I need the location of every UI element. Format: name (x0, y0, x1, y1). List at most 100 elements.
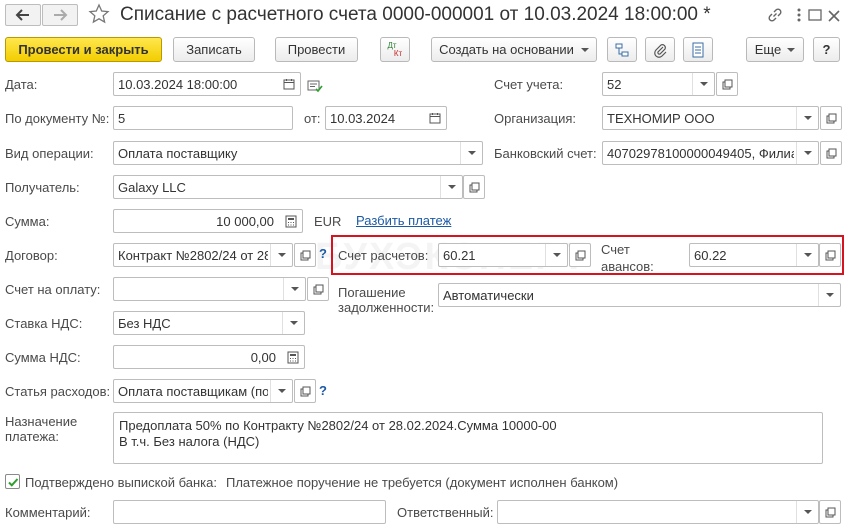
checkmark-icon (7, 477, 18, 487)
vat-amount-field[interactable]: 0,00 (113, 345, 305, 369)
bank-account-value: 40702978100000049405, Филиал (607, 146, 794, 161)
comment-field[interactable] (113, 500, 386, 524)
recipient-value: Galaxy LLC (118, 180, 186, 195)
account-open-button[interactable] (716, 72, 738, 96)
recipient-open-button[interactable] (463, 175, 485, 199)
advance-account-label-1: Счет (601, 242, 630, 257)
structure-icon (615, 43, 629, 56)
responsible-dropdown[interactable] (796, 501, 818, 523)
invoice-label: Счет на оплату: (5, 282, 101, 297)
advance-account-open-button[interactable] (819, 243, 841, 267)
purpose-line-1: Предоплата 50% по Контракту №2802/24 от … (119, 418, 557, 433)
recipient-dropdown[interactable] (440, 176, 462, 198)
help-button[interactable]: ? (813, 37, 840, 62)
open-form-icon (825, 250, 835, 260)
debt-repayment-label-2: задолженности: (338, 300, 435, 315)
maximize-icon[interactable] (806, 6, 824, 24)
advance-account-field[interactable]: 60.22 (689, 243, 819, 267)
date-field[interactable]: 10.03.2024 18:00:00 (113, 72, 301, 96)
contract-dropdown[interactable] (270, 244, 292, 266)
account-field[interactable]: 52 (602, 72, 715, 96)
settlement-account-open-button[interactable] (569, 243, 591, 267)
account-dropdown[interactable] (692, 73, 714, 95)
contract-label: Договор: (5, 248, 58, 263)
forward-button[interactable] (42, 4, 78, 26)
link-icon[interactable] (766, 6, 784, 24)
open-form-icon (825, 507, 835, 517)
settlement-account-label: Счет расчетов: (338, 248, 429, 263)
expense-item-field[interactable]: Оплата поставщикам (по, (113, 379, 293, 403)
doc-no-label: По документу №: (5, 111, 110, 126)
bank-account-open-button[interactable] (820, 141, 842, 165)
open-form-icon (300, 386, 310, 396)
attach-button[interactable] (645, 37, 675, 62)
vat-rate-field[interactable]: Без НДС (113, 311, 305, 335)
create-based-on-button[interactable]: Создать на основании (431, 37, 597, 62)
calendar-icon[interactable] (278, 73, 300, 95)
bank-account-field[interactable]: 40702978100000049405, Филиал (602, 141, 819, 165)
currency-label: EUR (314, 214, 342, 229)
star-icon[interactable] (88, 3, 110, 25)
open-form-icon (722, 79, 732, 89)
settlement-account-field[interactable]: 60.21 (438, 243, 568, 267)
payment-order-status: Платежное поручение не требуется (докуме… (226, 475, 619, 490)
dt-kt-button[interactable]: Дт Кт (380, 37, 410, 62)
purpose-label-1: Назначение (5, 414, 78, 429)
recipient-field[interactable]: Galaxy LLC (113, 175, 463, 199)
document-list-button[interactable] (683, 37, 713, 62)
operation-dropdown[interactable] (460, 142, 482, 164)
vat-amount-value: 0,00 (250, 350, 276, 365)
organization-dropdown[interactable] (796, 107, 818, 129)
amount-field[interactable]: 10 000,00 (113, 209, 303, 233)
expense-item-open-button[interactable] (294, 379, 316, 403)
bank-confirmed-checkbox[interactable] (5, 474, 20, 489)
open-form-icon (469, 182, 479, 192)
amount-label: Сумма: (5, 214, 50, 229)
calendar-icon[interactable] (424, 107, 446, 129)
back-button[interactable] (5, 4, 41, 26)
expense-item-label: Статья расходов: (5, 384, 111, 399)
invoice-open-button[interactable] (307, 277, 329, 301)
expense-item-help-icon[interactable]: ? (319, 383, 327, 398)
responsible-open-button[interactable] (819, 500, 841, 524)
more-button[interactable]: Еще (746, 37, 804, 62)
vat-rate-value: Без НДС (118, 316, 171, 331)
document-list-icon (692, 42, 704, 57)
organization-open-button[interactable] (820, 106, 842, 130)
expense-item-dropdown[interactable] (270, 380, 292, 402)
calculator-icon[interactable] (282, 346, 304, 368)
advance-account-dropdown[interactable] (796, 244, 818, 266)
vat-rate-dropdown[interactable] (282, 312, 304, 334)
close-icon[interactable] (826, 6, 842, 24)
print-check-icon[interactable] (307, 79, 323, 93)
post-and-close-button[interactable]: Провести и закрыть (5, 37, 162, 62)
organization-field[interactable]: ТЕХНОМИР ООО (602, 106, 819, 130)
contract-help-icon[interactable]: ? (319, 246, 327, 261)
debt-repayment-value: Автоматически (443, 288, 534, 303)
split-payment-link[interactable]: Разбить платеж (356, 213, 451, 228)
responsible-field[interactable] (497, 500, 819, 524)
settlement-account-dropdown[interactable] (545, 244, 567, 266)
invoice-dropdown[interactable] (283, 278, 305, 300)
calculator-icon[interactable] (280, 210, 302, 232)
more-vert-icon[interactable] (794, 6, 804, 24)
doc-date-field[interactable]: 10.03.2024 (325, 106, 447, 130)
post-button[interactable]: Провести (275, 37, 358, 62)
bank-account-dropdown[interactable] (796, 142, 818, 164)
doc-no-field[interactable]: 5 (113, 106, 293, 130)
structure-button[interactable] (607, 37, 637, 62)
bank-account-label: Банковский счет: (494, 146, 597, 161)
purpose-textarea[interactable]: Предоплата 50% по Контракту №2802/24 от … (113, 412, 823, 464)
open-form-icon (826, 148, 836, 158)
contract-field[interactable]: Контракт №2802/24 от 28 (113, 243, 293, 267)
organization-value: ТЕХНОМИР ООО (607, 111, 715, 126)
debt-repayment-dropdown[interactable] (818, 284, 840, 306)
invoice-field[interactable] (113, 277, 306, 301)
vat-rate-label: Ставка НДС: (5, 316, 83, 331)
save-button[interactable]: Записать (173, 37, 255, 62)
operation-field[interactable]: Оплата поставщику (113, 141, 483, 165)
operation-value: Оплата поставщику (118, 146, 238, 161)
back-arrow-icon (15, 9, 29, 21)
debt-repayment-field[interactable]: Автоматически (438, 283, 841, 307)
contract-open-button[interactable] (294, 243, 316, 267)
